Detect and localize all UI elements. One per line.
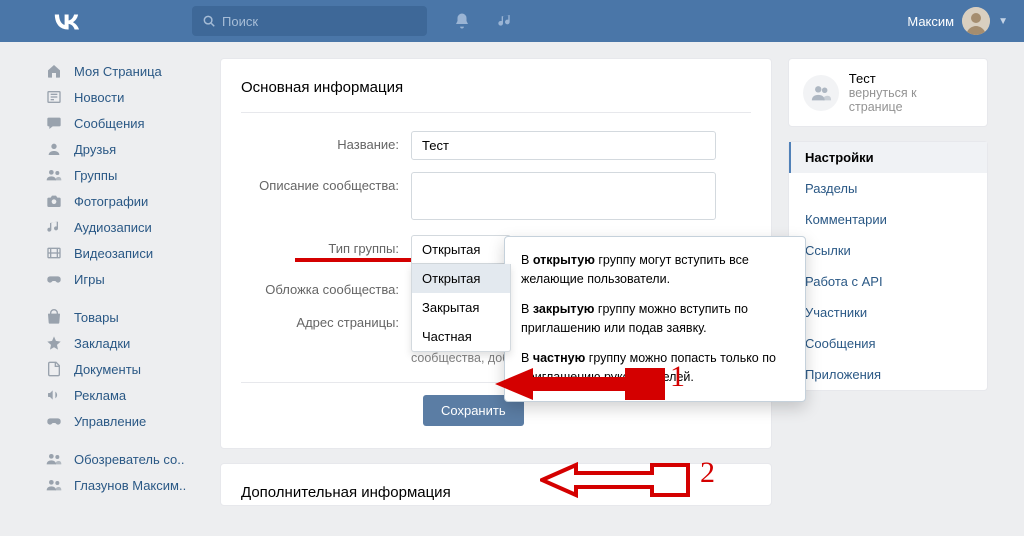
right-nav-item[interactable]: Сообщения	[789, 328, 987, 359]
search-box[interactable]	[192, 6, 427, 36]
type-dropdown: Открытая Закрытая Частная	[411, 264, 511, 352]
left-sidebar: Моя Страница Новости Сообщения Друзья Группы…	[44, 58, 204, 520]
annotation-underline	[295, 258, 421, 262]
group-sublink: вернуться к странице	[849, 86, 973, 114]
sidebar-item-label: Реклама	[74, 388, 126, 403]
group-avatar-icon	[803, 75, 839, 111]
sidebar-item-label: Товары	[74, 310, 119, 325]
sidebar-item-label: Обозреватель со..	[74, 452, 184, 467]
address-label: Адрес страницы:	[241, 309, 411, 330]
group-name: Тест	[849, 71, 973, 86]
sidebar-item[interactable]: Моя Страница	[44, 58, 204, 84]
home-icon	[44, 63, 64, 79]
sidebar-item[interactable]: Группы	[44, 162, 204, 188]
user-menu[interactable]: Максим ▼	[907, 7, 1008, 35]
person-icon	[44, 141, 64, 157]
sidebar-item[interactable]: Сообщения	[44, 110, 204, 136]
gamepad-icon	[44, 413, 64, 429]
right-sidebar: Тест вернуться к странице НастройкиРазде…	[788, 58, 988, 520]
right-nav-item[interactable]: Ссылки	[789, 235, 987, 266]
sidebar-item[interactable]: Игры	[44, 266, 204, 292]
sidebar-item[interactable]: Аудиозаписи	[44, 214, 204, 240]
star-icon	[44, 335, 64, 351]
sidebar-item[interactable]: Фотографии	[44, 188, 204, 214]
topbar: Максим ▼	[0, 0, 1024, 42]
sidebar-item[interactable]: Видеозаписи	[44, 240, 204, 266]
sidebar-item[interactable]: Глазунов Максим..	[44, 472, 204, 498]
sidebar-item-label: Глазунов Максим..	[74, 478, 186, 493]
music-icon	[44, 219, 64, 235]
group-icon	[44, 167, 64, 183]
group-icon	[44, 477, 64, 493]
right-nav-item[interactable]: Работа с API	[789, 266, 987, 297]
sidebar-item[interactable]: Реклама	[44, 382, 204, 408]
avatar	[962, 7, 990, 35]
right-nav-item[interactable]: Приложения	[789, 359, 987, 390]
cover-label: Обложка сообщества:	[241, 276, 411, 297]
name-input[interactable]	[411, 131, 716, 160]
sidebar-item-label: Аудиозаписи	[74, 220, 152, 235]
right-nav-item[interactable]: Комментарии	[789, 204, 987, 235]
sidebar-item[interactable]: Товары	[44, 304, 204, 330]
additional-info-card: Дополнительная информация	[220, 463, 772, 506]
music-icon[interactable]	[497, 12, 513, 30]
card-title: Основная информация	[241, 79, 751, 113]
sidebar-item[interactable]: Друзья	[44, 136, 204, 162]
sidebar-item-label: Друзья	[74, 142, 116, 157]
sidebar-item-label: Видеозаписи	[74, 246, 153, 261]
sidebar-item-label: Закладки	[74, 336, 130, 351]
sidebar-item-label: Группы	[74, 168, 117, 183]
type-select[interactable]: Открытая	[411, 235, 511, 264]
sidebar-item-label: Документы	[74, 362, 141, 377]
chevron-down-icon: ▼	[998, 16, 1008, 27]
right-nav-item[interactable]: Настройки	[789, 142, 987, 173]
type-help-popover: В открытую группу могут вступить все жел…	[504, 236, 806, 402]
right-nav-item[interactable]: Участники	[789, 297, 987, 328]
sidebar-item[interactable]: Закладки	[44, 330, 204, 356]
gamepad-icon	[44, 271, 64, 287]
type-option-closed[interactable]: Закрытая	[412, 293, 510, 322]
sidebar-item[interactable]: Обозреватель со..	[44, 446, 204, 472]
type-option-private[interactable]: Частная	[412, 322, 510, 351]
group-icon	[44, 451, 64, 467]
speech-icon	[44, 115, 64, 131]
sidebar-item-label: Сообщения	[74, 116, 145, 131]
newspaper-icon	[44, 89, 64, 105]
film-icon	[44, 245, 64, 261]
sidebar-item-label: Управление	[74, 414, 146, 429]
sidebar-item-label: Игры	[74, 272, 105, 287]
camera-icon	[44, 193, 64, 209]
sidebar-item[interactable]: Новости	[44, 84, 204, 110]
sidebar-item-label: Моя Страница	[74, 64, 162, 79]
desc-textarea[interactable]	[411, 172, 716, 220]
right-nav: НастройкиРазделыКомментарииСсылкиРабота …	[788, 141, 988, 391]
card-title-2: Дополнительная информация	[241, 484, 751, 501]
bell-icon[interactable]	[453, 12, 471, 30]
type-option-open[interactable]: Открытая	[412, 264, 510, 293]
sidebar-item-label: Новости	[74, 90, 124, 105]
horn-icon	[44, 387, 64, 403]
username: Максим	[907, 14, 954, 29]
bag-icon	[44, 309, 64, 325]
vk-logo[interactable]	[52, 12, 82, 30]
sidebar-item[interactable]: Документы	[44, 356, 204, 382]
name-label: Название:	[241, 131, 411, 152]
sidebar-item-label: Фотографии	[74, 194, 148, 209]
right-nav-item[interactable]: Разделы	[789, 173, 987, 204]
type-label: Тип группы:	[241, 235, 411, 256]
group-header[interactable]: Тест вернуться к странице	[788, 58, 988, 127]
desc-label: Описание сообщества:	[241, 172, 411, 193]
doc-icon	[44, 361, 64, 377]
sidebar-item[interactable]: Управление	[44, 408, 204, 434]
search-input[interactable]	[222, 14, 417, 29]
